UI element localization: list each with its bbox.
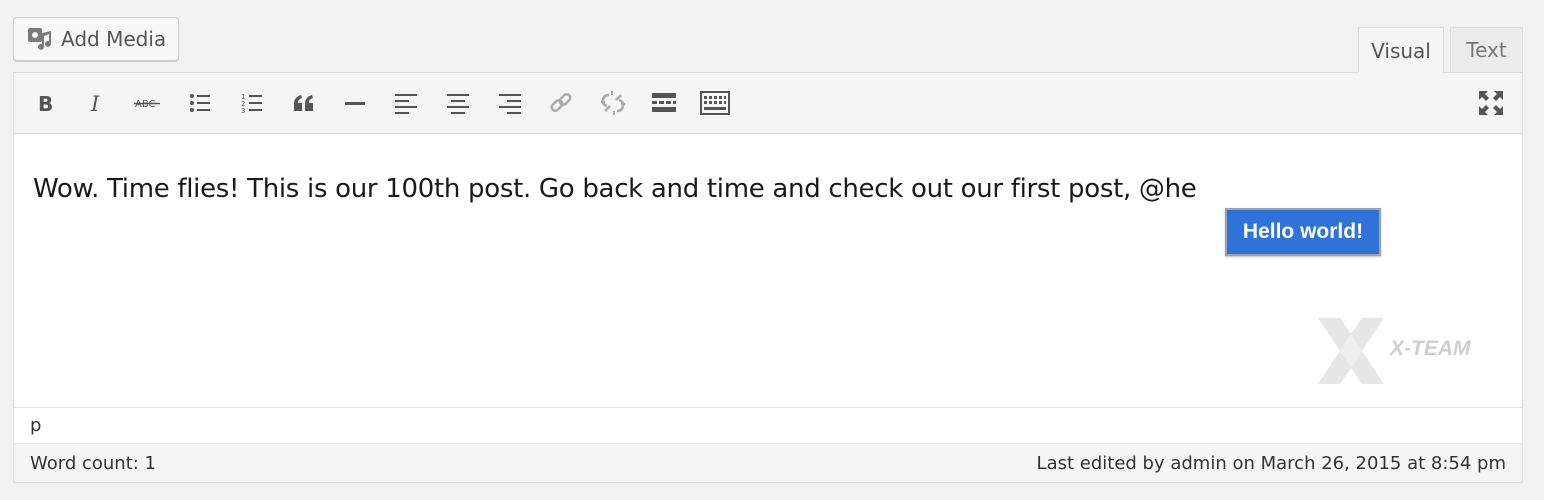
editor-content[interactable]: Wow. Time flies! This is our 100th post.… <box>14 134 1522 407</box>
tab-visual[interactable]: Visual <box>1358 27 1444 73</box>
svg-text:B: B <box>38 92 53 115</box>
bold-button[interactable]: B <box>25 83 65 123</box>
watermark-text: X-TEAM <box>1390 337 1471 360</box>
italic-icon: I <box>90 92 100 115</box>
align-left-icon <box>395 94 417 114</box>
toolbar-toggle-button[interactable] <box>695 83 735 123</box>
status-bar: Word count: 1 Last edited by admin on Ma… <box>14 443 1522 482</box>
horizontal-rule-button[interactable] <box>335 83 375 123</box>
horizontal-rule-icon <box>345 102 365 105</box>
align-left-button[interactable] <box>386 83 426 123</box>
svg-text:ABC: ABC <box>135 99 156 110</box>
autocomplete-suggestion[interactable]: Hello world! <box>1225 208 1381 256</box>
add-media-label: Add Media <box>61 27 167 51</box>
numbered-list-icon: 1 2 3 <box>241 93 262 115</box>
align-center-icon <box>447 94 469 114</box>
read-more-icon <box>652 93 676 112</box>
content-paragraph[interactable]: Wow. Time flies! This is our 100th post.… <box>33 174 1197 204</box>
svg-text:3: 3 <box>241 107 245 115</box>
align-right-button[interactable] <box>490 83 530 123</box>
bullet-list-button[interactable] <box>180 83 220 123</box>
last-edited: Last edited by admin on March 26, 2015 a… <box>1036 452 1506 474</box>
element-path: p <box>14 407 1522 443</box>
fullscreen-icon <box>1479 91 1503 115</box>
path-element[interactable]: p <box>30 415 41 436</box>
link-icon <box>550 92 572 113</box>
bullet-list-icon <box>190 94 210 112</box>
unlink-button[interactable] <box>593 83 633 123</box>
link-button[interactable] <box>541 83 581 123</box>
bold-icon: B <box>38 92 53 115</box>
watermark-logo <box>1318 318 1384 384</box>
svg-text:I: I <box>90 92 100 115</box>
numbered-list-button[interactable]: 1 2 3 <box>232 83 272 123</box>
strikethrough-button[interactable]: ABC <box>128 83 168 123</box>
read-more-button[interactable] <box>644 83 684 123</box>
word-count: Word count: 1 <box>30 452 157 474</box>
blockquote-icon <box>294 95 313 111</box>
italic-button[interactable]: I <box>77 83 117 123</box>
align-right-icon <box>499 94 521 114</box>
align-center-button[interactable] <box>438 83 478 123</box>
strikethrough-icon: ABC <box>134 99 160 110</box>
blockquote-button[interactable] <box>284 83 324 123</box>
tab-text[interactable]: Text <box>1450 27 1523 73</box>
toolbar-toggle-icon <box>700 91 730 115</box>
editor: B I ABC 1 2 3 Wow. Time flies! This is o… <box>13 72 1523 483</box>
fullscreen-button[interactable] <box>1471 83 1511 123</box>
media-icon <box>28 28 51 50</box>
add-media-button[interactable]: Add Media <box>13 17 179 61</box>
unlink-icon <box>601 91 625 115</box>
editor-toolbar: B I ABC 1 2 3 <box>14 73 1522 134</box>
